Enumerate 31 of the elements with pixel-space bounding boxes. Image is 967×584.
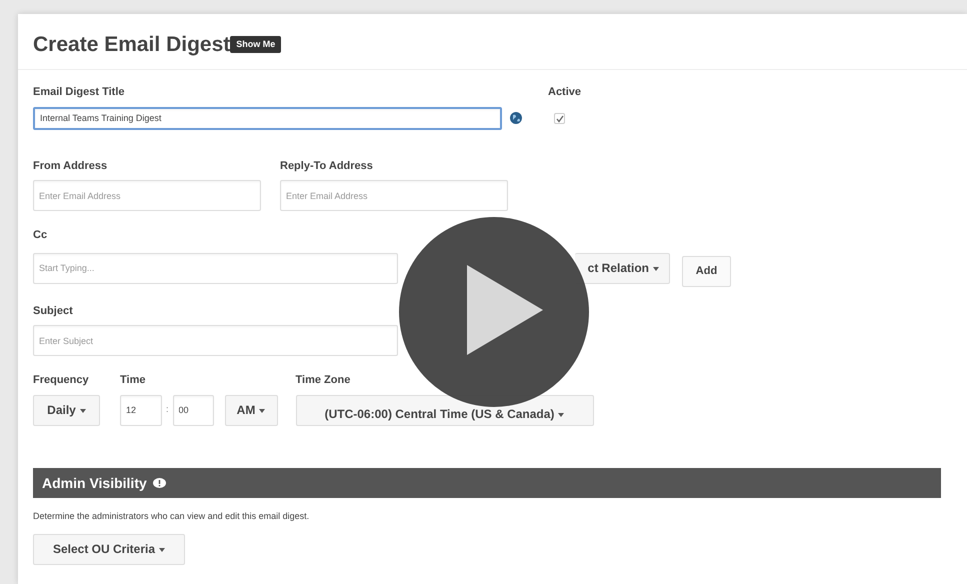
hour-field[interactable]: 12: [120, 394, 162, 426]
minute-field[interactable]: 00: [172, 394, 214, 426]
field-label: Active: [548, 85, 582, 100]
help-icon[interactable]: [152, 478, 166, 488]
field-label: Reply-To Address: [280, 158, 374, 174]
subject-field[interactable]: Enter Subject: [33, 325, 398, 356]
field-label: Cc: [33, 228, 48, 244]
description-text: Determine the administrators who can view and edit this email digest.: [33, 510, 310, 524]
from-address-field[interactable]: Enter Email Address: [33, 180, 261, 212]
field-label: From Address: [33, 158, 108, 174]
active-checkbox[interactable]: [554, 113, 565, 124]
play-button[interactable]: [399, 217, 589, 407]
field-label: Frequency: [33, 373, 90, 388]
time-separator: :: [166, 403, 169, 416]
cc-field[interactable]: Start Typing...: [33, 252, 398, 284]
section-title: Admin Visibility: [42, 474, 147, 493]
field-label: Time Zone: [296, 373, 352, 388]
page-heading: Create Email Digest: [33, 32, 230, 58]
field-label: Time: [120, 373, 146, 388]
meridiem-dropdown[interactable]: AM: [224, 394, 278, 426]
time-zone-dropdown[interactable]: (UTC-06:00) Central Time (US & Canada): [296, 394, 594, 426]
ou-criteria-dropdown[interactable]: Select OU Criteria: [33, 534, 185, 565]
show-me-button[interactable]: Show Me: [230, 36, 282, 53]
reply-to-field[interactable]: Enter Email Address: [280, 180, 508, 212]
frequency-dropdown[interactable]: Daily: [33, 394, 100, 426]
add-button[interactable]: Add: [682, 256, 731, 287]
title-field[interactable]: Internal Teams Training Digest: [33, 106, 502, 130]
field-label: Email Digest Title: [33, 85, 126, 100]
globe-icon: [510, 112, 522, 124]
field-label: Subject: [33, 304, 74, 319]
relation-dropdown[interactable]: ct Relation: [575, 252, 670, 284]
